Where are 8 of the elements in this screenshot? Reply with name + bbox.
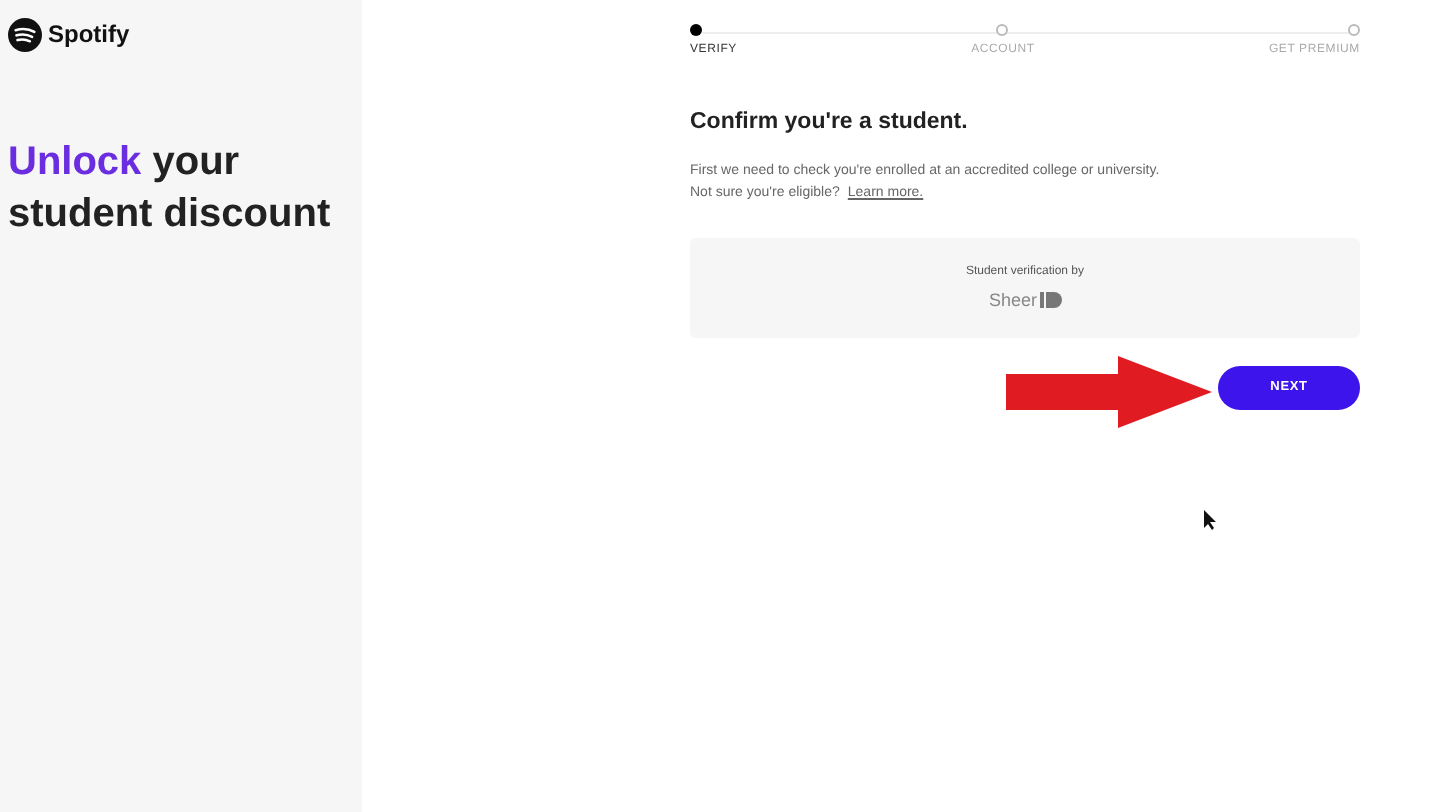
spotify-logo-icon bbox=[8, 17, 42, 51]
headline: Unlock your student discount bbox=[8, 138, 333, 240]
brand-name: Spotify bbox=[48, 18, 130, 52]
id-logo-icon bbox=[1039, 292, 1062, 309]
arrow-icon bbox=[1006, 356, 1212, 428]
cursor-icon bbox=[1204, 510, 1218, 530]
page-title: Confirm you're a student. bbox=[690, 108, 970, 138]
logo-text: Sheer bbox=[988, 287, 1038, 313]
